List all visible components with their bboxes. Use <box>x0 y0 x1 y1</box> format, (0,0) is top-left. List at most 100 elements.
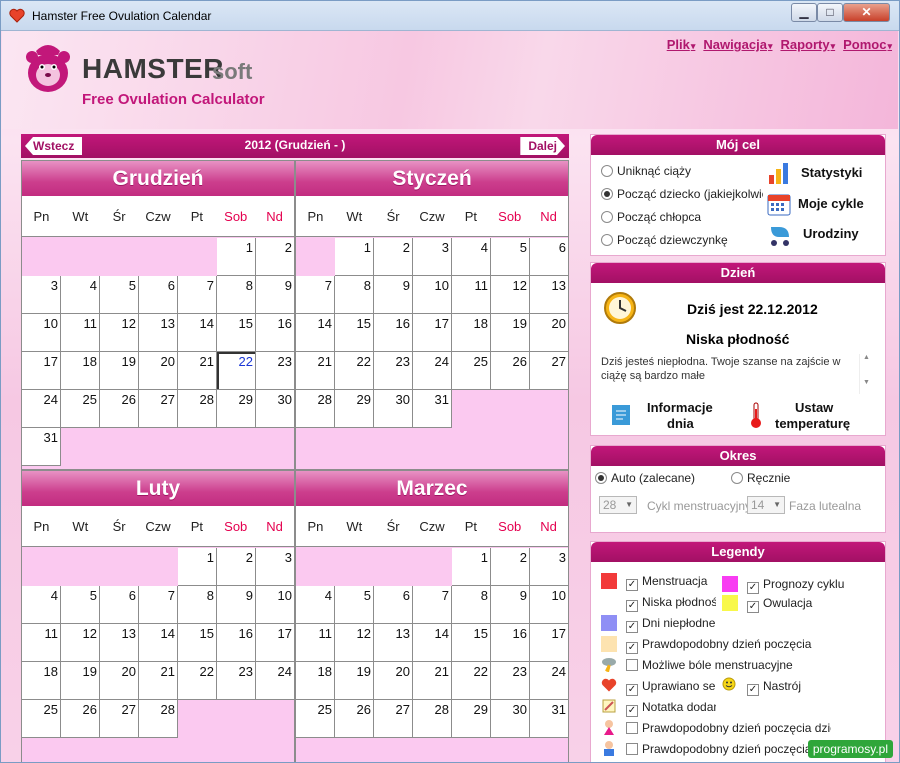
day-cell[interactable]: 5 <box>491 238 530 276</box>
legend-checkbox[interactable]: ✓ Prawdopodobny dzień poczęcia <box>626 637 886 654</box>
day-cell[interactable]: 9 <box>217 586 256 624</box>
day-cell[interactable]: 4 <box>296 586 335 624</box>
day-cell[interactable]: 27 <box>374 700 413 738</box>
day-cell[interactable]: 12 <box>335 624 374 662</box>
legend-checkbox[interactable]: ✓ Uprawiano seks <box>626 679 716 696</box>
day-cell[interactable]: 29 <box>335 390 374 428</box>
day-cell[interactable]: 1 <box>452 548 491 586</box>
day-cell[interactable]: 7 <box>413 586 452 624</box>
period-manual-radio[interactable]: Ręcznie <box>731 471 790 485</box>
legend-checkbox[interactable]: Możliwe bóle menstruacyjne <box>626 658 886 672</box>
day-cell[interactable]: 28 <box>178 390 217 428</box>
legend-checkbox[interactable]: Prawdopodobny dzień poczęcia chłopca <box>626 742 831 756</box>
day-cell[interactable]: 15 <box>178 624 217 662</box>
day-cell[interactable]: 18 <box>22 662 61 700</box>
day-cell[interactable]: 16 <box>491 624 530 662</box>
day-cell[interactable]: 7 <box>178 276 217 314</box>
day-cell[interactable]: 20 <box>139 352 178 390</box>
day-cell[interactable]: 9 <box>491 586 530 624</box>
goal-option-radio[interactable]: Począć chłopca <box>601 210 763 224</box>
day-cell[interactable]: 4 <box>452 238 491 276</box>
statistics-button[interactable]: Statystyki <box>801 165 862 180</box>
day-cell[interactable]: 4 <box>22 586 61 624</box>
day-cell[interactable]: 27 <box>100 700 139 738</box>
goal-option-radio[interactable]: Począć dziecko (jakiejkolwiek <box>601 187 763 201</box>
maximize-button[interactable]: □ <box>817 3 843 22</box>
goal-option-radio[interactable]: Począć dziewczynkę <box>601 233 763 247</box>
day-cell[interactable]: 18 <box>61 352 100 390</box>
day-cell[interactable]: 2 <box>374 238 413 276</box>
day-cell[interactable]: 17 <box>256 624 294 662</box>
day-cell[interactable]: 9 <box>256 276 294 314</box>
day-cell[interactable]: 21 <box>139 662 178 700</box>
day-cell[interactable]: 20 <box>374 662 413 700</box>
day-cell[interactable]: 8 <box>217 276 256 314</box>
day-cell[interactable]: 22 <box>217 352 256 390</box>
day-cell[interactable]: 6 <box>374 586 413 624</box>
day-cell[interactable]: 1 <box>335 238 374 276</box>
day-cell[interactable]: 21 <box>296 352 335 390</box>
day-cell[interactable]: 25 <box>296 700 335 738</box>
day-cell[interactable]: 11 <box>22 624 61 662</box>
day-cell[interactable]: 22 <box>178 662 217 700</box>
day-cell[interactable]: 16 <box>256 314 294 352</box>
day-cell[interactable]: 21 <box>178 352 217 390</box>
day-cell[interactable]: 11 <box>452 276 491 314</box>
day-cell[interactable]: 26 <box>100 390 139 428</box>
day-cell[interactable]: 31 <box>530 700 568 738</box>
day-cell[interactable]: 15 <box>452 624 491 662</box>
day-cell[interactable]: 22 <box>452 662 491 700</box>
day-cell[interactable]: 26 <box>491 352 530 390</box>
day-cell[interactable]: 11 <box>296 624 335 662</box>
day-cell[interactable]: 28 <box>413 700 452 738</box>
day-cell[interactable]: 10 <box>22 314 61 352</box>
day-cell[interactable]: 30 <box>256 390 294 428</box>
day-cell[interactable]: 16 <box>374 314 413 352</box>
day-cell[interactable]: 24 <box>256 662 294 700</box>
legend-checkbox[interactable]: ✓ Dni niepłodne <box>626 616 716 633</box>
day-cell[interactable]: 17 <box>22 352 61 390</box>
set-temperature-button[interactable]: Ustaw <box>795 400 833 415</box>
day-cell[interactable]: 14 <box>178 314 217 352</box>
menu-raporty[interactable]: Raporty▾ <box>780 37 835 52</box>
day-cell[interactable]: 28 <box>296 390 335 428</box>
minimize-button[interactable]: ▁ <box>791 3 817 22</box>
day-cell[interactable]: 31 <box>22 428 61 466</box>
day-cell[interactable]: 29 <box>452 700 491 738</box>
day-cell[interactable]: 10 <box>256 586 294 624</box>
day-cell[interactable]: 26 <box>61 700 100 738</box>
day-cell[interactable]: 16 <box>217 624 256 662</box>
day-cell[interactable]: 25 <box>61 390 100 428</box>
day-cell[interactable]: 18 <box>452 314 491 352</box>
menu-pomoc[interactable]: Pomoc▾ <box>843 37 892 52</box>
day-cell[interactable]: 13 <box>374 624 413 662</box>
day-cell[interactable]: 17 <box>413 314 452 352</box>
menu-nawigacja[interactable]: Nawigacja▾ <box>703 37 772 52</box>
legend-checkbox[interactable]: ✓ Menstruacja <box>626 574 716 591</box>
day-cell[interactable]: 23 <box>256 352 294 390</box>
day-cell[interactable]: 3 <box>22 276 61 314</box>
day-cell[interactable]: 7 <box>296 276 335 314</box>
day-cell[interactable]: 6 <box>139 276 178 314</box>
day-cell[interactable]: 23 <box>374 352 413 390</box>
day-cell[interactable]: 23 <box>217 662 256 700</box>
legend-checkbox[interactable]: ✓ Notatka dodana <box>626 700 716 717</box>
day-cell[interactable]: 8 <box>335 276 374 314</box>
day-cell[interactable]: 27 <box>139 390 178 428</box>
day-cell[interactable]: 12 <box>61 624 100 662</box>
day-cell[interactable]: 21 <box>413 662 452 700</box>
my-cycles-button[interactable]: Moje cykle <box>798 196 864 211</box>
day-cell[interactable]: 28 <box>139 700 178 738</box>
day-cell[interactable]: 3 <box>530 548 568 586</box>
day-cell[interactable]: 1 <box>217 238 256 276</box>
day-cell[interactable]: 18 <box>296 662 335 700</box>
legend-checkbox[interactable]: ✓ Prognozy cyklu <box>747 577 877 594</box>
next-button[interactable]: Dalej <box>520 137 565 155</box>
day-cell[interactable]: 15 <box>335 314 374 352</box>
day-cell[interactable]: 3 <box>256 548 294 586</box>
day-cell[interactable]: 24 <box>413 352 452 390</box>
legend-checkbox[interactable]: Prawdopodobny dzień poczęcia dziewczynki <box>626 721 831 735</box>
day-cell[interactable]: 24 <box>22 390 61 428</box>
day-cell[interactable]: 2 <box>217 548 256 586</box>
day-cell[interactable]: 14 <box>296 314 335 352</box>
